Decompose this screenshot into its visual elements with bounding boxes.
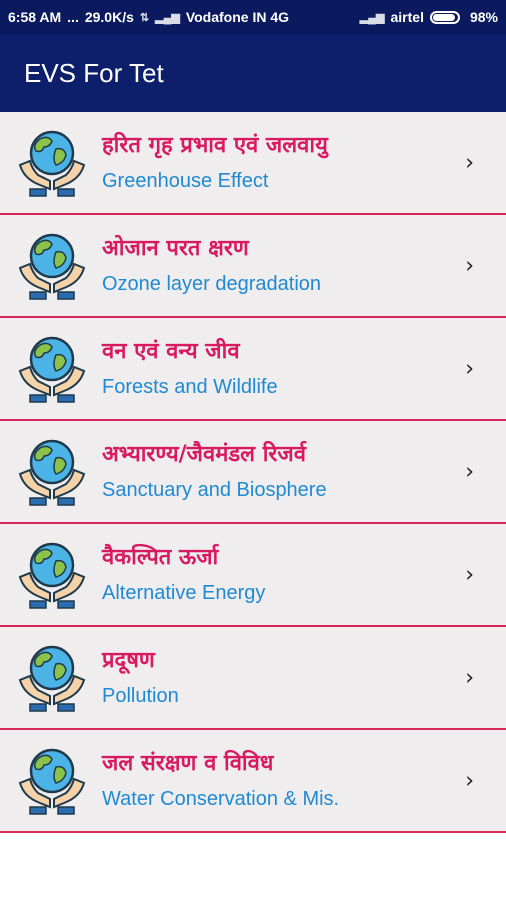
signal-icon-2: ▂▄▆ — [359, 11, 385, 24]
item-title-english: Pollution — [102, 684, 179, 707]
list-item-pollution[interactable]: प्रदूषण Pollution › — [0, 627, 506, 730]
data-transfer-icon: ⇅ — [139, 11, 150, 24]
chevron-right-icon: › — [465, 150, 474, 175]
globe-hands-icon — [16, 333, 88, 405]
globe-hands-icon — [16, 745, 88, 817]
status-carrier2: airtel — [390, 9, 424, 25]
list-item-ozone[interactable]: ओजान परत क्षरण Ozone layer degradation › — [0, 215, 506, 318]
item-title-hindi: जल संरक्षण व विविध — [102, 750, 274, 776]
globe-hands-icon — [16, 436, 88, 508]
status-bar: 6:58 AM ... 29.0K/s ⇅ ▂▄▆ Vodafone IN 4G… — [0, 0, 506, 34]
status-battery: 98% — [469, 9, 498, 25]
app-bar: EVS For Tet — [0, 34, 506, 112]
globe-hands-icon — [16, 642, 88, 714]
chevron-right-icon: › — [465, 768, 474, 793]
signal-icon: ▂▄▆ — [155, 11, 180, 24]
item-title-hindi: प्रदूषण — [102, 647, 155, 673]
globe-hands-icon — [16, 127, 88, 199]
chevron-right-icon: › — [465, 253, 474, 278]
chevron-right-icon: › — [465, 562, 474, 587]
status-carrier1: Vodafone IN 4G — [185, 9, 290, 25]
item-title-english: Greenhouse Effect — [102, 169, 269, 192]
topic-list: हरित गृह प्रभाव एवं जलवायु Greenhouse Ef… — [0, 112, 506, 833]
item-title-english: Ozone layer degradation — [102, 272, 322, 295]
item-title-english: Forests and Wildlife — [102, 375, 278, 398]
status-time: 6:58 AM — [8, 9, 62, 25]
globe-hands-icon — [16, 230, 88, 302]
list-item-forests[interactable]: वन एवं वन्य जीव Forests and Wildlife › — [0, 318, 506, 421]
list-item-water[interactable]: जल संरक्षण व विविध Water Conservation & … — [0, 730, 506, 833]
item-title-hindi: वन एवं वन्य जीव — [102, 338, 240, 364]
item-title-hindi: अभ्यारण्य/जैवमंडल रिजर्व — [102, 441, 306, 467]
chevron-right-icon: › — [465, 356, 474, 381]
globe-hands-icon — [16, 539, 88, 611]
item-title-hindi: वैकल्पित ऊर्जा — [102, 544, 219, 570]
status-speed: 29.0K/s — [84, 9, 134, 25]
item-title-hindi: हरित गृह प्रभाव एवं जलवायु — [102, 132, 328, 158]
item-title-english: Water Conservation & Mis. — [102, 787, 340, 810]
item-title-hindi: ओजान परत क्षरण — [102, 235, 249, 261]
list-item-energy[interactable]: वैकल्पित ऊर्जा Alternative Energy › — [0, 524, 506, 627]
chevron-right-icon: › — [465, 665, 474, 690]
app-title: EVS For Tet — [24, 57, 164, 88]
item-title-english: Alternative Energy — [102, 581, 266, 604]
item-title-english: Sanctuary and Biosphere — [102, 478, 327, 501]
battery-icon — [429, 10, 460, 24]
list-item-greenhouse[interactable]: हरित गृह प्रभाव एवं जलवायु Greenhouse Ef… — [0, 112, 506, 215]
chevron-right-icon: › — [465, 459, 474, 484]
list-item-sanctuary[interactable]: अभ्यारण्य/जैवमंडल रिजर्व Sanctuary and B… — [0, 421, 506, 524]
status-dots: ... — [67, 9, 79, 25]
